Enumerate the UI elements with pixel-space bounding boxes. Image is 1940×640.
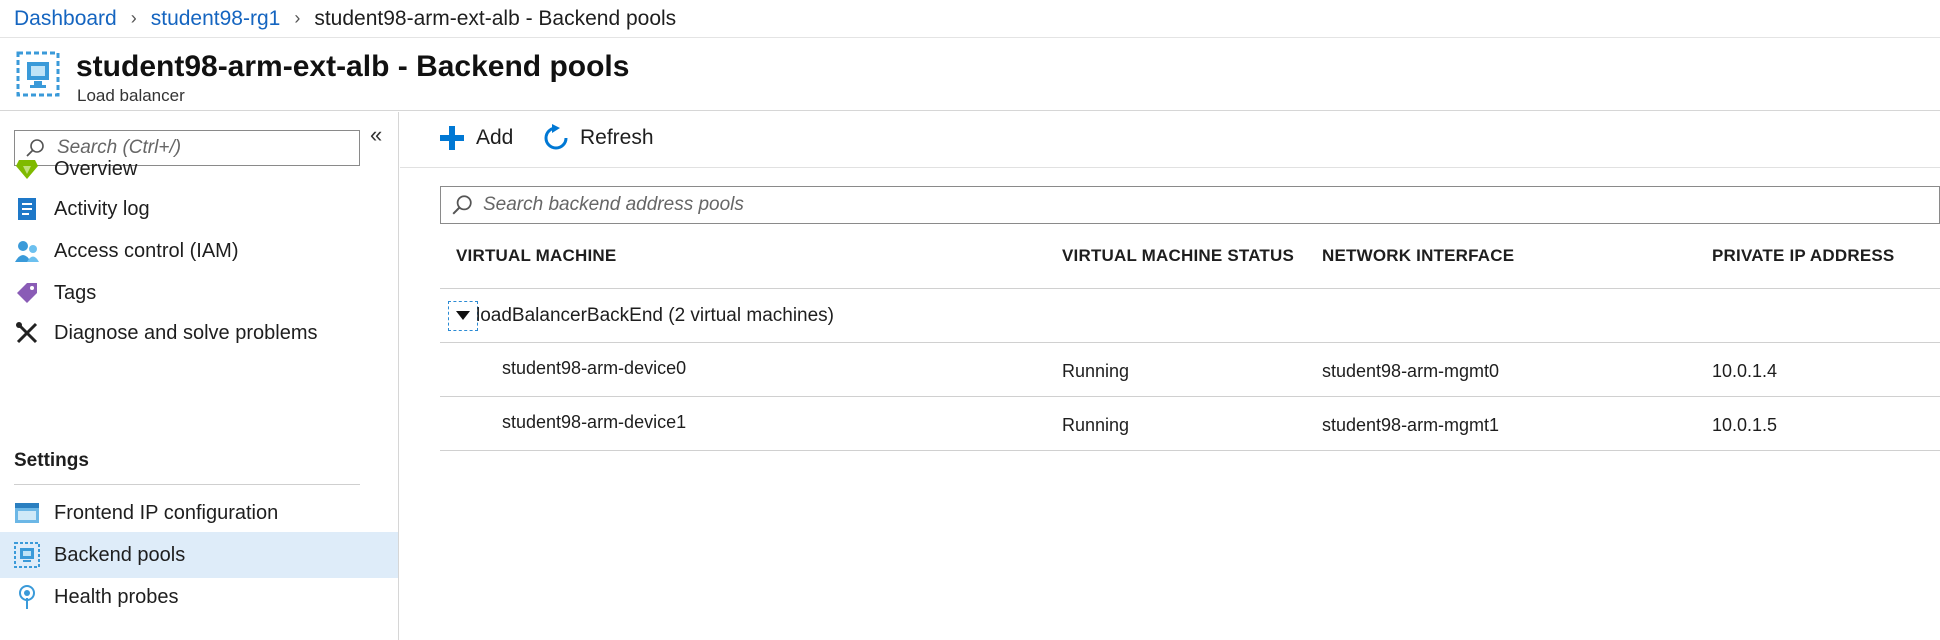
refresh-button[interactable]: Refresh	[542, 124, 654, 152]
row-divider	[440, 342, 1940, 343]
health-probe-icon	[14, 584, 40, 610]
frontend-ip-icon	[14, 500, 40, 526]
refresh-icon	[544, 124, 568, 150]
resource-menu: « Overview Activity log Access control (…	[0, 112, 399, 640]
column-header-private-ip[interactable]: PRIVATE IP ADDRESS	[1712, 246, 1894, 266]
breadcrumb: Dashboard › student98-rg1 › student98-ar…	[0, 0, 1940, 38]
load-balancer-icon	[16, 51, 60, 97]
backend-pool-search-input[interactable]	[483, 194, 1383, 216]
breadcrumb-resource-group[interactable]: student98-rg1	[151, 7, 281, 31]
command-bar: Add Refresh	[400, 112, 1940, 168]
sidebar-item-backend-pools[interactable]: Backend pools	[0, 532, 398, 578]
add-button[interactable]: Add	[438, 124, 513, 152]
table-row-vm-name: student98-arm-device0	[502, 358, 687, 378]
sidebar-item-label: Health probes	[54, 585, 179, 608]
table-row-nic[interactable]: student98-arm-mgmt0	[1322, 361, 1499, 382]
header-divider	[440, 288, 1940, 289]
section-settings-heading: Settings	[14, 450, 89, 471]
breadcrumb-dashboard[interactable]: Dashboard	[14, 7, 117, 31]
sidebar-item-activity-log[interactable]: Activity log	[0, 186, 398, 232]
chevron-right-icon: ›	[294, 8, 301, 28]
sidebar-item-label: Access control (IAM)	[54, 239, 239, 262]
activity-log-icon	[14, 196, 40, 222]
search-icon	[452, 195, 472, 215]
sidebar-item-health-probes[interactable]: Health probes	[0, 574, 398, 620]
backend-pool-group-row[interactable]: loadBalancerBackEnd (2 virtual machines)	[440, 290, 1940, 342]
breadcrumb-current: student98-arm-ext-alb - Backend pools	[314, 6, 677, 30]
table-row-ip: 10.0.1.5	[1712, 415, 1778, 435]
column-header-virtual-machine[interactable]: VIRTUAL MACHINE	[456, 246, 616, 266]
sidebar-item-diagnose[interactable]: Diagnose and solve problems	[0, 310, 398, 356]
page-title: student98-arm-ext-alb - Backend pools	[76, 50, 630, 83]
chevron-right-icon: ›	[130, 8, 137, 28]
backend-pool-icon	[14, 542, 40, 568]
table-row-status: Running	[1062, 415, 1130, 435]
row-divider	[440, 450, 1940, 451]
column-header-network-interface[interactable]: NETWORK INTERFACE	[1322, 246, 1514, 266]
page-subtitle: Load balancer	[77, 86, 185, 105]
refresh-button-label: Refresh	[580, 126, 654, 149]
section-divider	[14, 484, 360, 485]
overview-icon	[14, 156, 40, 182]
sidebar-item-label: Overview	[54, 157, 138, 180]
add-button-label: Add	[476, 126, 514, 149]
iam-icon	[14, 238, 40, 264]
sidebar-item-label: Activity log	[54, 197, 150, 220]
sidebar-item-frontend-ip[interactable]: Frontend IP configuration	[0, 490, 398, 536]
table-row-vm-name: student98-arm-device1	[502, 412, 687, 432]
plus-icon	[440, 126, 464, 150]
row-divider	[440, 396, 1940, 397]
collapse-menu-icon[interactable]: «	[370, 122, 382, 148]
sidebar-item-label: Frontend IP configuration	[54, 501, 279, 524]
tag-icon	[14, 280, 40, 306]
expand-collapse-toggle[interactable]	[448, 301, 478, 331]
table-row-status: Running	[1062, 361, 1130, 381]
column-header-vm-status[interactable]: VIRTUAL MACHINE STATUS	[1062, 246, 1294, 266]
wrench-icon	[14, 320, 40, 346]
backend-pool-search-box[interactable]	[440, 186, 1940, 224]
caret-down-icon	[456, 311, 470, 320]
blade-header: student98-arm-ext-alb - Backend pools Lo…	[0, 39, 1940, 111]
table-row-ip: 10.0.1.4	[1712, 361, 1778, 381]
sidebar-item-iam[interactable]: Access control (IAM)	[0, 228, 398, 274]
backend-pool-name: loadBalancerBackEnd (2 virtual machines)	[476, 305, 835, 326]
sidebar-item-label: Diagnose and solve problems	[54, 321, 318, 344]
sidebar-item-label: Backend pools	[54, 543, 186, 566]
sidebar-item-label: Tags	[54, 281, 97, 304]
table-row-nic[interactable]: student98-arm-mgmt1	[1322, 415, 1499, 436]
